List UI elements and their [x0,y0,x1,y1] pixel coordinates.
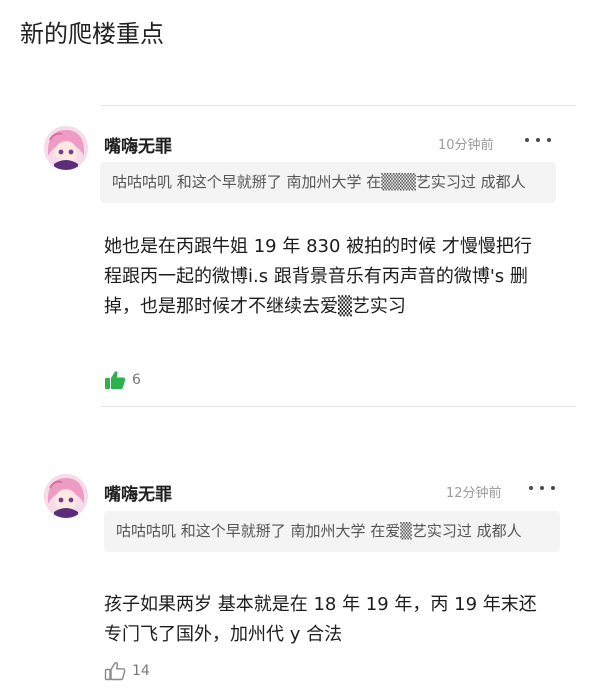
divider-top [100,105,576,106]
like-button[interactable]: 14 [104,661,150,681]
like-button[interactable]: 6 [104,370,141,390]
quoted-reply: 咕咕咕叽 和这个早就掰了 南加州大学 在爱▒艺实习过 成都人 [104,511,560,552]
avatar[interactable] [44,126,88,170]
divider-middle [100,406,576,407]
comment-body: 她也是在丙跟牛姐 19 年 830 被拍的时候 才慢慢把行程跟丙一起的微博i.s… [104,236,532,317]
thumbs-up-icon [104,661,126,681]
like-count: 6 [132,372,141,388]
avatar[interactable] [44,474,88,518]
like-count: 14 [132,663,150,679]
thumbs-up-icon [104,370,126,390]
quoted-reply: 咕咕咕叽 和这个早就掰了 南加州大学 在▒▒▒艺实习过 成都人 [100,162,556,203]
page-title: 新的爬楼重点 [20,20,164,48]
timestamp: 12分钟前 [446,486,502,501]
more-dots-icon[interactable] [525,132,551,148]
username[interactable]: 嘴嗨无罪 [104,480,172,505]
comment-body: 孩子如果两岁 基本就是在 18 年 19 年，丙 19 年末还专门飞了国外，加州… [104,594,537,645]
username[interactable]: 嘴嗨无罪 [104,132,172,157]
more-dots-icon[interactable] [529,480,555,496]
timestamp: 10分钟前 [438,138,494,153]
